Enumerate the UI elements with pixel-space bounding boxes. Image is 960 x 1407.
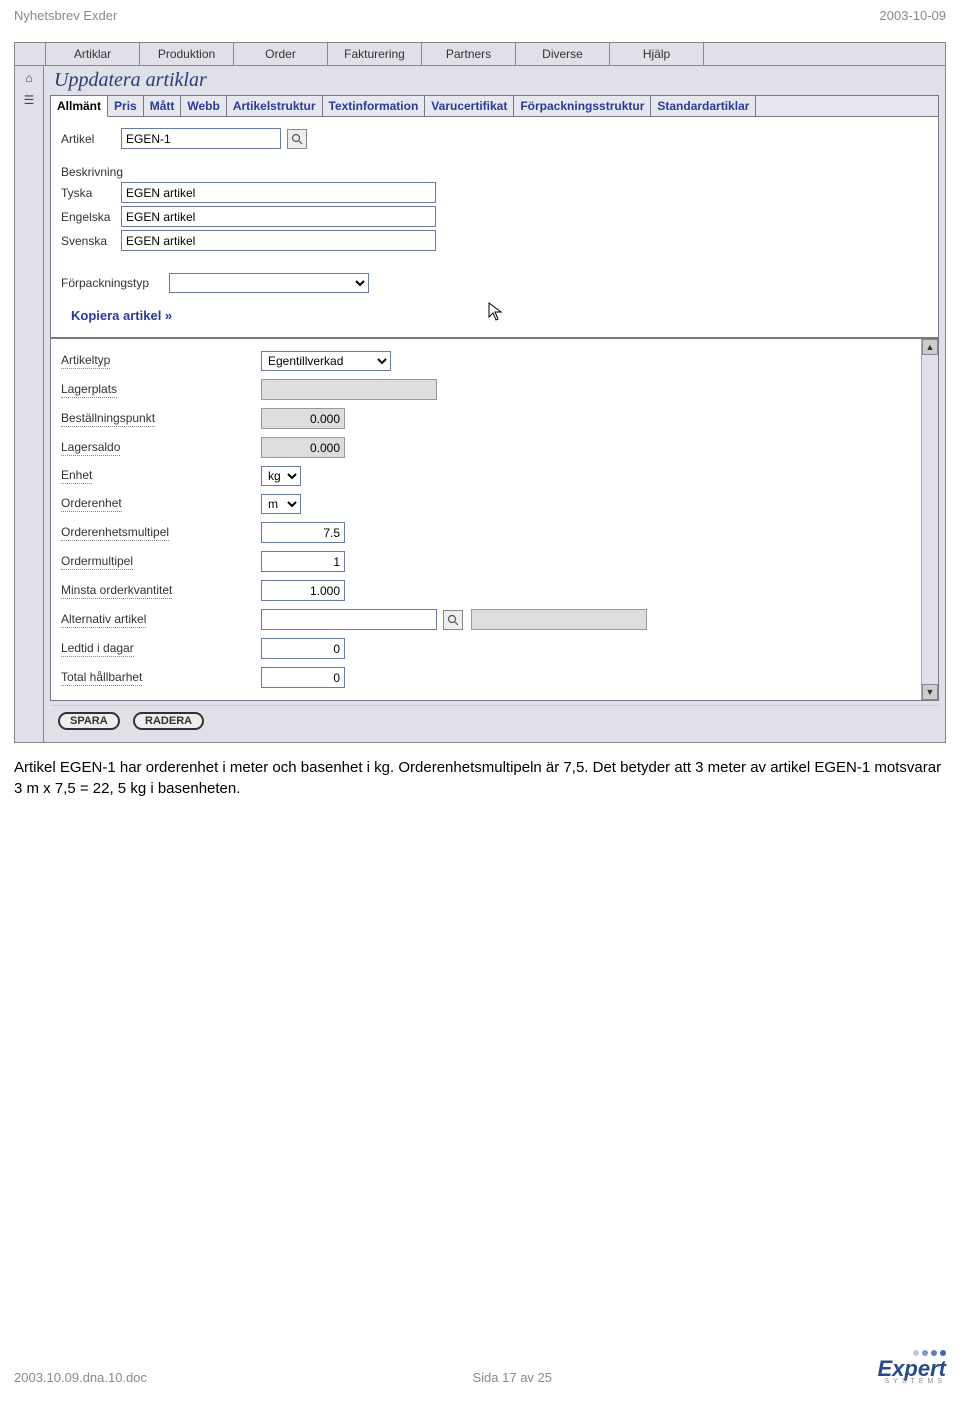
menu-fakturering[interactable]: Fakturering — [328, 43, 422, 65]
tab-matt[interactable]: Mått — [144, 96, 182, 116]
app-window: Artiklar Produktion Order Fakturering Pa… — [14, 42, 946, 743]
detail-input[interactable] — [261, 580, 345, 601]
beskrivning-label: Beskrivning — [61, 165, 123, 179]
detail-input[interactable] — [261, 551, 345, 572]
tab-textinformation[interactable]: Textinformation — [323, 96, 426, 116]
forpackningstyp-select[interactable] — [169, 273, 369, 293]
detail-row: Ledtid i dagar — [61, 634, 912, 663]
page-header: Nyhetsbrev Exder 2003-10-09 — [0, 0, 960, 27]
menu-produktion[interactable]: Produktion — [140, 43, 234, 65]
menu-partners[interactable]: Partners — [422, 43, 516, 65]
desc-input-0[interactable] — [121, 182, 436, 203]
detail-select[interactable]: kg — [261, 466, 301, 486]
details-pane: ArtikeltypEgentillverkadLagerplatsBestäl… — [50, 338, 939, 701]
menu-diverse[interactable]: Diverse — [516, 43, 610, 65]
detail-readonly — [261, 437, 345, 458]
caption-text: Artikel EGEN-1 har orderenhet i meter oc… — [0, 743, 960, 799]
detail-row: Alternativ artikel — [61, 605, 912, 634]
artikel-label: Artikel — [61, 132, 121, 146]
detail-row: Orderenhetsmultipel — [61, 518, 912, 547]
logo-subtext: SYSTEMS — [885, 1378, 946, 1385]
tab-allmant[interactable]: Allmänt — [51, 96, 108, 117]
tab-pris[interactable]: Pris — [108, 96, 144, 116]
artikel-input[interactable] — [121, 128, 281, 149]
detail-readonly — [471, 609, 647, 630]
button-row: SPARA RADERA — [50, 705, 939, 736]
tab-artikelstruktur[interactable]: Artikelstruktur — [227, 96, 323, 116]
detail-input[interactable] — [261, 609, 437, 630]
detail-label: Ledtid i dagar — [61, 641, 261, 657]
delete-button[interactable]: RADERA — [133, 712, 204, 730]
menu-artiklar[interactable]: Artiklar — [45, 43, 140, 65]
detail-label: Beställningspunkt — [61, 411, 261, 427]
tab-webb[interactable]: Webb — [181, 96, 226, 116]
tab-standardartiklar[interactable]: Standardartiklar — [651, 96, 756, 116]
left-toolbar: ⌂ ☰ — [15, 66, 44, 742]
desc-input-2[interactable] — [121, 230, 436, 251]
detail-label: Enhet — [61, 468, 261, 484]
save-button[interactable]: SPARA — [58, 712, 120, 730]
tab-panel: Allmänt Pris Mått Webb Artikelstruktur T… — [50, 95, 939, 338]
artikel-search-icon[interactable] — [287, 129, 307, 149]
detail-label: Alternativ artikel — [61, 612, 261, 628]
header-left: Nyhetsbrev Exder — [14, 8, 117, 23]
header-right: 2003-10-09 — [880, 8, 947, 23]
detail-row: Beställningspunkt — [61, 404, 912, 433]
scrollbar[interactable]: ▲ ▼ — [921, 339, 938, 700]
detail-row: Orderenhetm — [61, 490, 912, 518]
desc-lang-0: Tyska — [61, 186, 121, 200]
detail-readonly — [261, 379, 437, 400]
list-icon[interactable]: ☰ — [20, 92, 38, 108]
logo: Expert SYSTEMS — [878, 1350, 946, 1385]
detail-readonly — [261, 408, 345, 429]
copy-article-link[interactable]: Kopiera artikel » — [61, 296, 928, 329]
menubar: Artiklar Produktion Order Fakturering Pa… — [15, 43, 945, 66]
tab-strip: Allmänt Pris Mått Webb Artikelstruktur T… — [51, 96, 938, 117]
detail-input[interactable] — [261, 667, 345, 688]
footer-center: Sida 17 av 25 — [473, 1370, 553, 1385]
page-title: Uppdatera artiklar — [44, 66, 945, 95]
detail-label: Lagersaldo — [61, 440, 261, 456]
detail-search-icon[interactable] — [443, 610, 463, 630]
detail-input[interactable] — [261, 638, 345, 659]
page-footer: 2003.10.09.dna.10.doc Sida 17 av 25 Expe… — [0, 1350, 960, 1385]
detail-label: Orderenhet — [61, 496, 261, 512]
logo-text: Expert — [878, 1358, 946, 1380]
desc-lang-1: Engelska — [61, 210, 121, 224]
detail-select[interactable]: m — [261, 494, 301, 514]
detail-label: Minsta orderkvantitet — [61, 583, 261, 599]
detail-row: ArtikeltypEgentillverkad — [61, 347, 912, 375]
detail-row: Lagerplats — [61, 375, 912, 404]
desc-lang-2: Svenska — [61, 234, 121, 248]
forpackningstyp-label: Förpackningstyp — [61, 276, 169, 290]
scroll-up-icon[interactable]: ▲ — [922, 339, 938, 355]
footer-left: 2003.10.09.dna.10.doc — [14, 1370, 147, 1385]
detail-row: Ordermultipel — [61, 547, 912, 576]
detail-select[interactable]: Egentillverkad — [261, 351, 391, 371]
detail-row: Lagersaldo — [61, 433, 912, 462]
detail-input[interactable] — [261, 522, 345, 543]
detail-label: Artikeltyp — [61, 353, 261, 369]
detail-label: Lagerplats — [61, 382, 261, 398]
detail-row: Minsta orderkvantitet — [61, 576, 912, 605]
desc-input-1[interactable] — [121, 206, 436, 227]
detail-label: Ordermultipel — [61, 554, 261, 570]
menu-hjalp[interactable]: Hjälp — [610, 43, 704, 65]
detail-row: Total hållbarhet — [61, 663, 912, 692]
detail-row: Enhetkg — [61, 462, 912, 490]
detail-label: Total hållbarhet — [61, 670, 261, 686]
detail-label: Orderenhetsmultipel — [61, 525, 261, 541]
menu-order[interactable]: Order — [234, 43, 328, 65]
home-icon[interactable]: ⌂ — [20, 70, 38, 86]
tab-forpackningsstruktur[interactable]: Förpackningsstruktur — [514, 96, 651, 116]
scroll-down-icon[interactable]: ▼ — [922, 684, 938, 700]
tab-varucertifikat[interactable]: Varucertifikat — [425, 96, 514, 116]
upper-form: Artikel Beskrivning Tyska Engelska — [51, 117, 938, 337]
